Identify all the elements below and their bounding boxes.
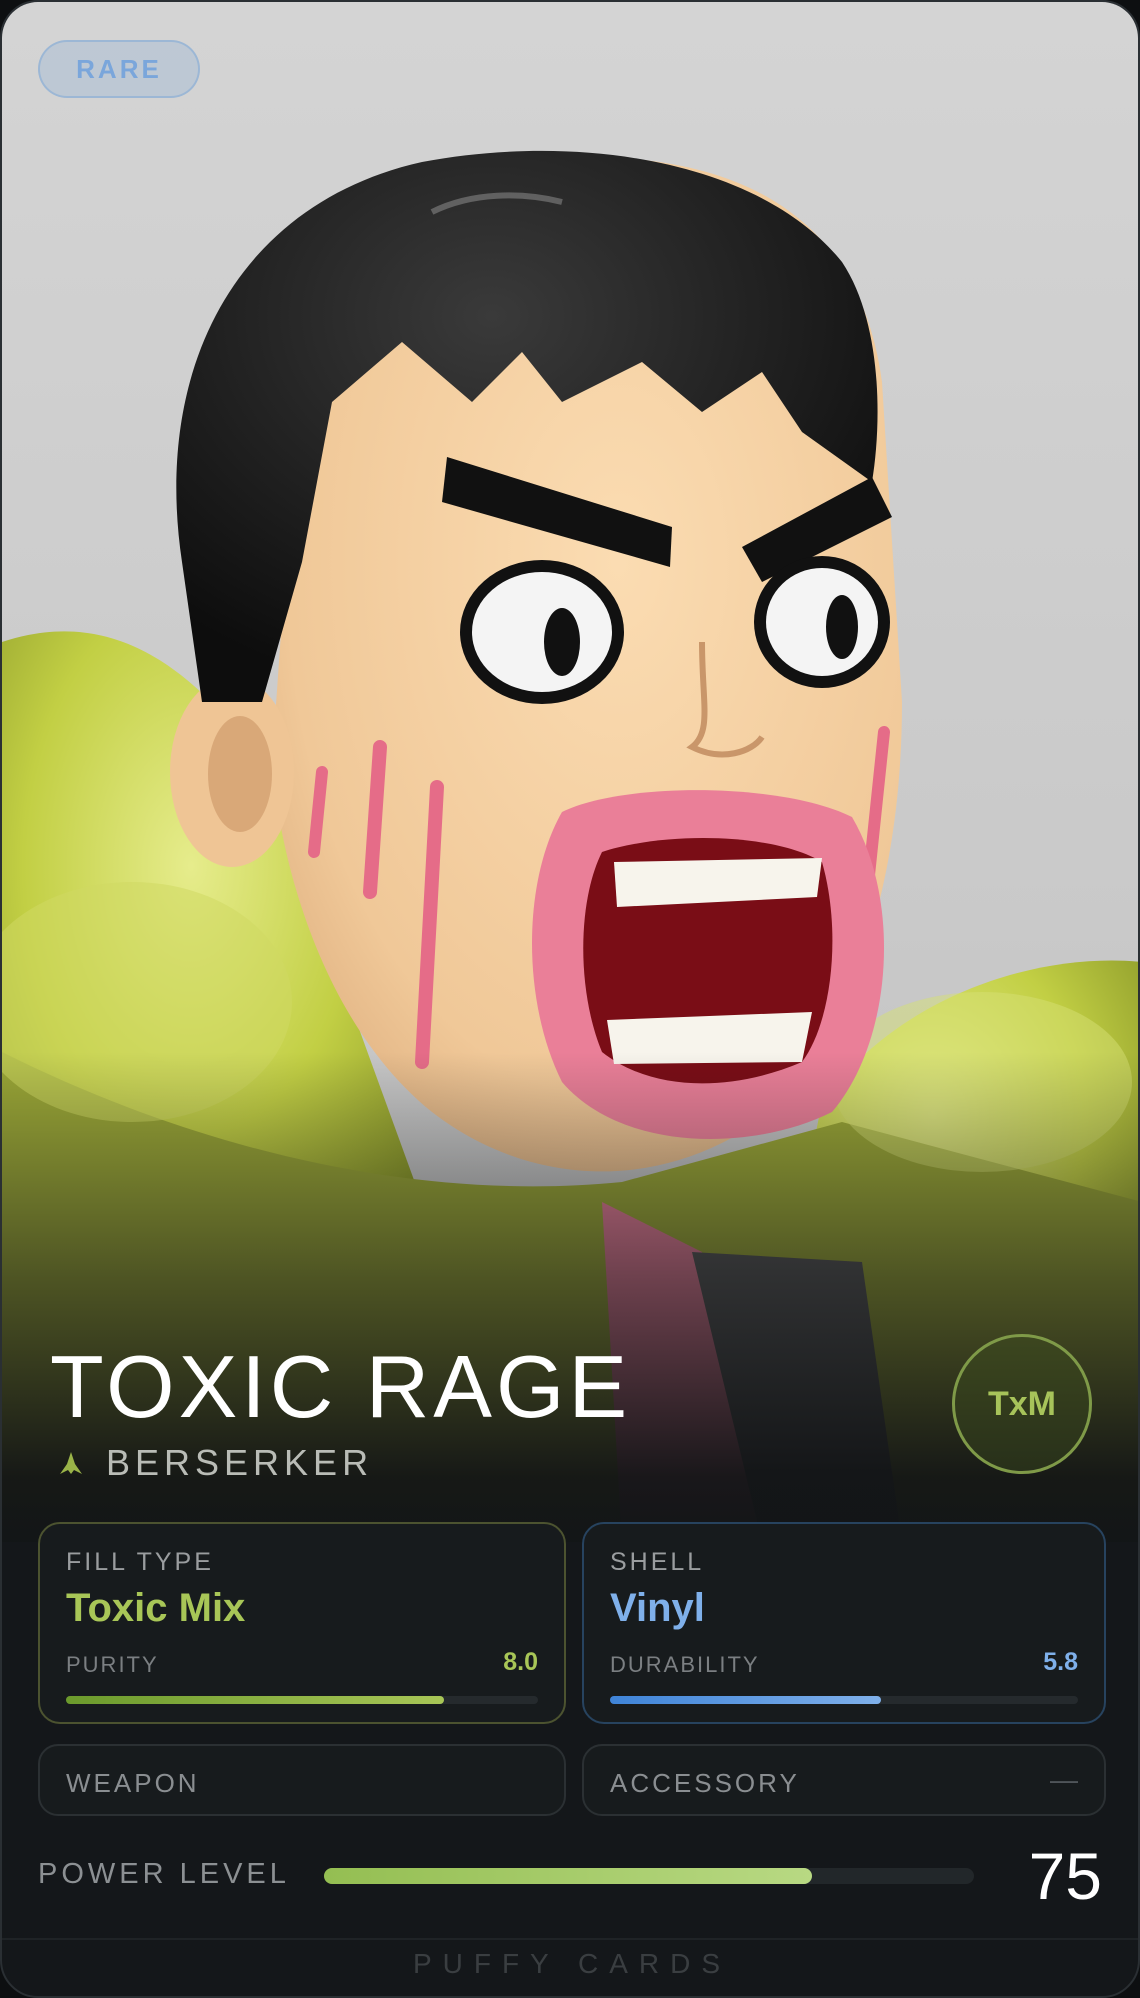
durability-value: 5.8: [1043, 1648, 1078, 1676]
brand-footer: PUFFY CARDS: [412, 1948, 732, 1979]
durability-bar: [610, 1696, 882, 1704]
purity-value: 8.0: [503, 1648, 538, 1676]
shell-value: Vinyl: [610, 1586, 705, 1630]
rarity-badge: RARE: [38, 40, 200, 98]
maker-logo: TxM: [952, 1334, 1092, 1474]
accessory-value: —: [1050, 1764, 1078, 1795]
power-level-value: 75: [1028, 1839, 1102, 1913]
shell-label: SHELL: [610, 1548, 705, 1576]
power-level-track: [324, 1868, 974, 1884]
card-title: TOXIC RAGE: [50, 1337, 632, 1436]
weapon-slot[interactable]: WEAPON: [38, 1744, 566, 1816]
character-figure-image: [2, 2, 1138, 1542]
fill-type-panel: FILL TYPE Toxic Mix PURITY 8.0: [38, 1522, 566, 1724]
power-level-bar: [324, 1868, 812, 1884]
fill-type-value: Toxic Mix: [66, 1586, 246, 1630]
collectible-card: RARE TOXIC RAGE BERSERKER TxM FILL TYPE …: [0, 0, 1140, 1998]
durability-track: [610, 1696, 1078, 1704]
shell-panel: SHELL Vinyl DURABILITY 5.8: [582, 1522, 1106, 1724]
durability-label: DURABILITY: [610, 1652, 760, 1677]
purity-label: PURITY: [66, 1652, 159, 1677]
card-class: BERSERKER: [58, 1442, 373, 1484]
footer-divider: [2, 1938, 1138, 1940]
claw-icon: [60, 1452, 82, 1474]
power-level-label: POWER LEVEL: [38, 1858, 290, 1890]
accessory-label: ACCESSORY: [610, 1768, 800, 1798]
fill-type-label: FILL TYPE: [66, 1548, 214, 1576]
accessory-slot[interactable]: ACCESSORY —: [582, 1744, 1106, 1816]
weapon-label: WEAPON: [66, 1768, 200, 1798]
purity-bar: [66, 1696, 444, 1704]
class-label: BERSERKER: [106, 1442, 374, 1483]
purity-track: [66, 1696, 538, 1704]
